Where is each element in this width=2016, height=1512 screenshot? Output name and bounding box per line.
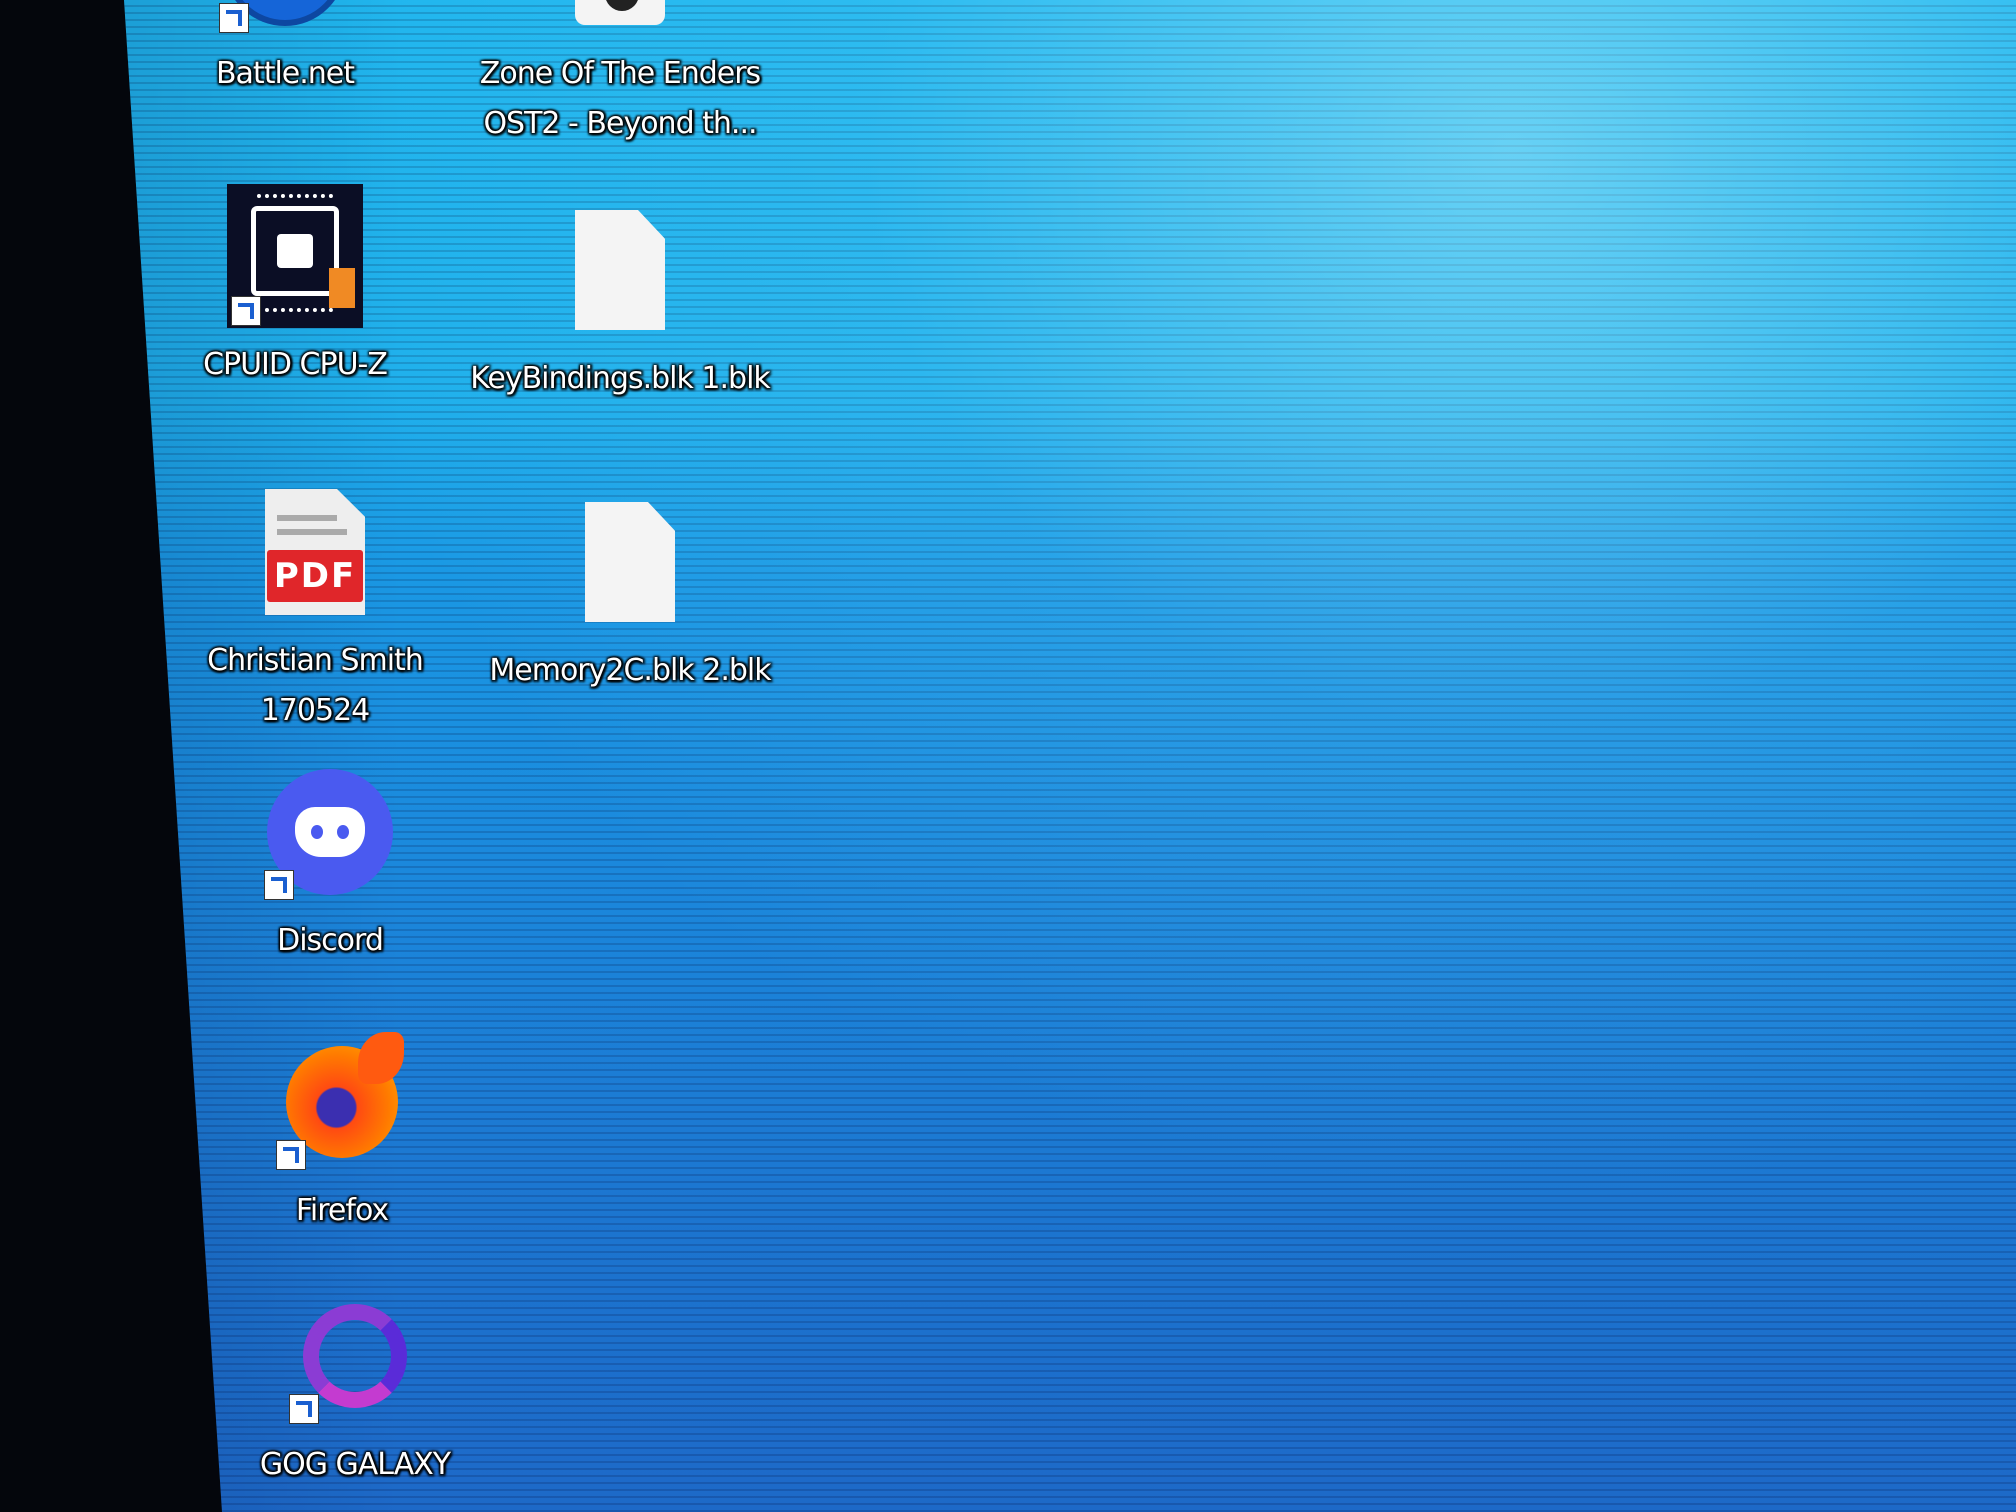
shortcut-arrow-icon	[264, 870, 294, 900]
icon-label: Discord	[277, 923, 384, 958]
file-icon	[560, 492, 700, 632]
gog-galaxy-icon	[285, 1286, 425, 1426]
icon-label: GOG GALAXY	[259, 1447, 451, 1482]
icon-label: Firefox	[295, 1193, 389, 1228]
icon-label: CPUID CPU-Z	[203, 347, 388, 382]
desktop-icon-memory[interactable]: Memory2C.blk 2.blk	[480, 492, 780, 696]
cpu-z-icon	[225, 184, 365, 328]
desktop-icon-battlenet[interactable]: Battle.net	[135, 0, 435, 99]
shortcut-arrow-icon	[276, 1140, 306, 1170]
pdf-badge: PDF	[267, 550, 363, 602]
icon-label: Christian Smith 170524	[207, 643, 424, 728]
desktop-icon-discord[interactable]: Discord	[180, 762, 480, 966]
desktop-icon-pdf-document[interactable]: PDF Christian Smith 170524	[165, 482, 465, 736]
file-icon	[550, 0, 690, 35]
shortcut-arrow-icon	[231, 296, 261, 326]
desktop-icon-cpu-z[interactable]: CPUID CPU-Z	[145, 184, 445, 390]
desktop-icon-gog-galaxy[interactable]: GOG GALAXY	[205, 1286, 505, 1490]
discord-icon	[260, 762, 400, 902]
desktop-icon-firefox[interactable]: Firefox	[192, 1032, 492, 1236]
icon-label: KeyBindings.blk 1.blk	[470, 361, 771, 396]
pdf-icon: PDF	[245, 482, 385, 622]
desktop-icon-zone-of-the-enders[interactable]: Zone Of The Enders OST2 - Beyond th...	[470, 0, 770, 149]
shortcut-arrow-icon	[289, 1394, 319, 1424]
icon-label: Memory2C.blk 2.blk	[489, 653, 771, 688]
firefox-icon	[272, 1032, 412, 1172]
desktop-icon-keybindings[interactable]: KeyBindings.blk 1.blk	[470, 200, 771, 404]
file-icon	[550, 200, 690, 340]
icon-label: Battle.net	[215, 56, 355, 91]
shortcut-arrow-icon	[219, 3, 249, 33]
battlenet-icon	[215, 0, 355, 35]
icon-label: Zone Of The Enders OST2 - Beyond th...	[479, 56, 761, 141]
